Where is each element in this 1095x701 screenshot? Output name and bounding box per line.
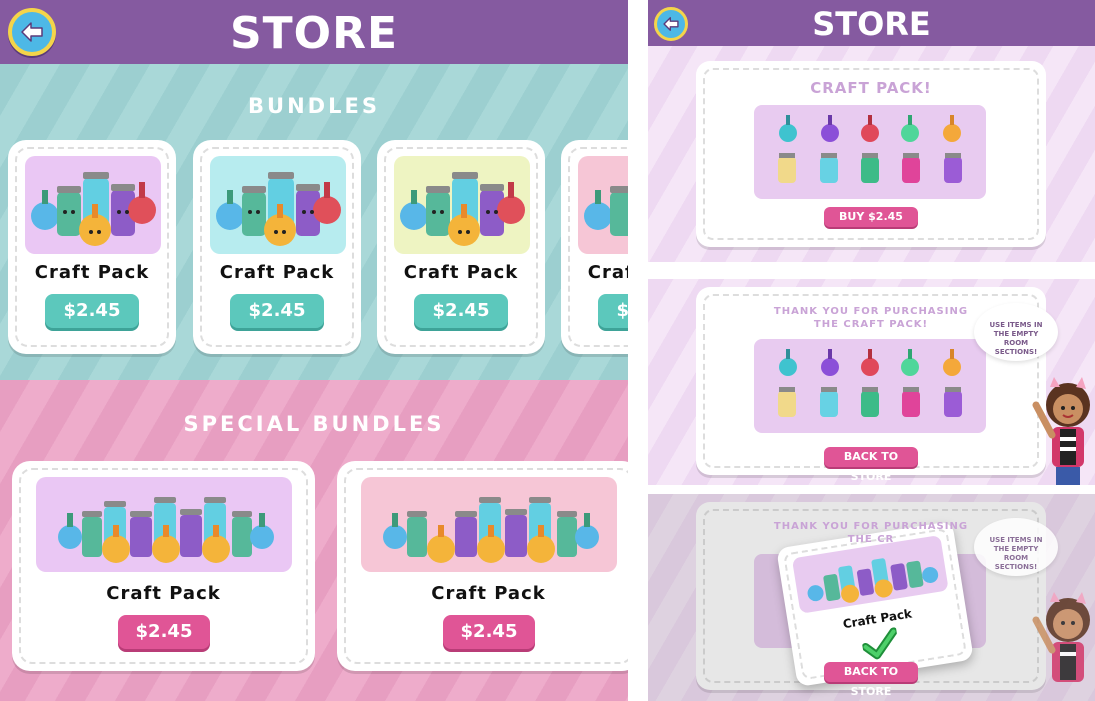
- craft-bottles-illustration: [58, 497, 274, 563]
- store-title: STORE: [812, 5, 931, 43]
- checkmark-icon: [861, 627, 898, 660]
- craft-pack-image: [791, 534, 949, 614]
- thank-you-dialog: THANK YOU FOR PURCHASING THE CRAFT PACK!…: [696, 287, 1046, 483]
- price-button[interactable]: $2.45: [45, 294, 139, 328]
- special-bundle-name: Craft Pack: [106, 583, 221, 604]
- special-bundles-title: SPECIAL BUNDLES: [183, 412, 445, 436]
- price-button[interactable]: $2.45: [598, 294, 628, 328]
- dialog-title: CRAFT PACK!: [810, 79, 932, 97]
- thank-you-screen: THANK YOU FOR PURCHASING THE CRAFT PACK!…: [648, 279, 1095, 485]
- craft-bottles-illustration: [383, 497, 599, 563]
- craft-bottles-illustration: [807, 558, 939, 603]
- craft-bottles-illustration: [400, 172, 525, 246]
- bundle-name: Craft Pack: [403, 262, 519, 283]
- buy-screen: STORE CRAFT PACK! BUY $2.45: [648, 0, 1095, 262]
- bundle-card[interactable]: Craft Pack $2.45: [561, 140, 628, 354]
- gabby-character-icon: [1032, 592, 1090, 682]
- bundles-title: BUNDLES: [248, 94, 380, 118]
- bundle-card[interactable]: Craft Pack $2.45: [8, 140, 176, 354]
- bundle-name: Craft Pack: [34, 262, 150, 283]
- items-grid: [754, 105, 986, 199]
- craft-pack-image: [361, 477, 617, 572]
- bundle-name: Craft Pack: [219, 262, 335, 283]
- dialog-title-line2: THE CR: [847, 534, 895, 545]
- craft-pack-image: [36, 477, 292, 572]
- price-button[interactable]: $2.45: [443, 615, 535, 649]
- craft-pack-image: [25, 156, 161, 254]
- craft-pack-image: [210, 156, 346, 254]
- price-button[interactable]: $2.45: [414, 294, 508, 328]
- back-to-store-button[interactable]: BACK TO STORE: [824, 662, 918, 698]
- dialog-title-line1: THANK YOU FOR PURCHASING: [773, 306, 969, 317]
- special-bundle-name: Craft Pack: [431, 583, 546, 604]
- gabby-character-icon: [1032, 377, 1090, 485]
- craft-pack-image: [394, 156, 530, 254]
- price-button[interactable]: $2.45: [118, 615, 210, 649]
- store-screen: STORE BUNDLES Craft Pack $2.45 Craft Pac…: [0, 0, 628, 701]
- purchase-dialog: CRAFT PACK! BUY $2.45: [696, 61, 1046, 247]
- store-header: STORE: [648, 0, 1095, 46]
- price-button[interactable]: $2.45: [230, 294, 324, 328]
- bundle-card[interactable]: Craft Pack $2.45: [377, 140, 545, 354]
- paint-items-illustration: [778, 349, 962, 417]
- items-grid: [754, 339, 986, 433]
- craft-bottles-illustration: [31, 172, 156, 246]
- dialog-title-line1: THANK YOU FOR PURCHASING: [773, 521, 969, 532]
- paint-items-illustration: [778, 115, 962, 183]
- buy-button[interactable]: BUY $2.45: [824, 207, 918, 227]
- bundle-card[interactable]: Craft Pack $2.45: [193, 140, 361, 354]
- bundle-name: Craft Pack: [587, 262, 628, 283]
- store-header: STORE: [0, 0, 628, 64]
- craft-bottles-illustration: [216, 172, 341, 246]
- craft-bottles-illustration: [584, 186, 628, 236]
- store-title: STORE: [229, 8, 399, 59]
- back-to-store-button[interactable]: BACK TO STORE: [824, 447, 918, 483]
- dialog-title-line2: THE CRAFT PACK!: [813, 319, 929, 330]
- confirm-screen: THANK YOU FOR PURCHASING THE CR BACK TO …: [648, 494, 1095, 701]
- special-bundle-card[interactable]: Craft Pack $2.45: [12, 461, 315, 671]
- craft-pack-image: [578, 156, 628, 254]
- special-bundle-card[interactable]: Craft Pack $2.45: [337, 461, 628, 671]
